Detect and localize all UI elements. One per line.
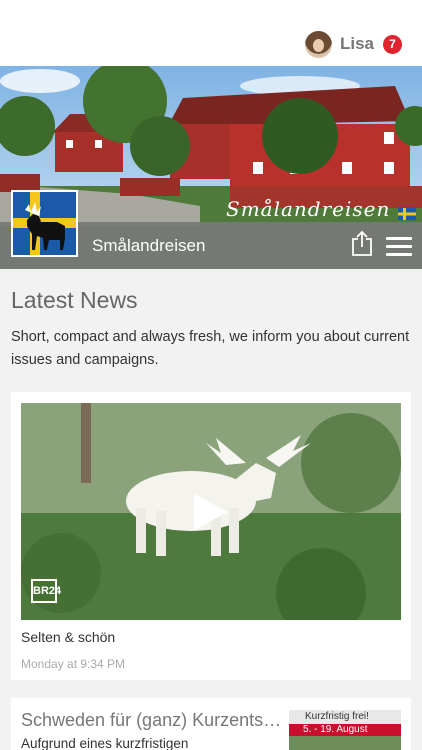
news-timestamp: Monday at 9:34 PM [21, 657, 126, 671]
swedish-flag-icon [398, 207, 416, 220]
banner-script-title: Smålandreisen [226, 197, 391, 221]
share-button[interactable] [351, 230, 373, 256]
news-card[interactable]: Schweden für (ganz) Kurzentschlossene Au… [11, 698, 411, 750]
user-profile[interactable]: Lisa 7 [304, 30, 402, 58]
video-thumbnail[interactable]: BR24 [21, 403, 401, 620]
news-title[interactable]: Selten & schön [21, 629, 115, 645]
share-icon [352, 230, 372, 256]
avatar-face [312, 38, 324, 52]
hamburger-menu-icon[interactable] [386, 237, 412, 257]
moose-flag-logo-icon [13, 192, 76, 255]
menu-line [386, 253, 412, 256]
news-excerpt: Aufgrund eines kurzfristigen [21, 736, 189, 750]
top-bar: Lisa 7 [0, 0, 422, 66]
user-name[interactable]: Lisa [340, 34, 374, 54]
thumbnail-headline: Kurzfristig frei! [305, 711, 369, 722]
avatar[interactable] [304, 30, 332, 58]
brand-logo[interactable] [11, 190, 78, 257]
menu-line [386, 245, 412, 248]
menu-line [386, 237, 412, 240]
section-subtitle: Short, compact and always fresh, we info… [11, 329, 410, 368]
video-source-badge: BR24 [31, 579, 61, 603]
news-thumbnail[interactable]: Kurzfristig frei! 5. - 19. August [289, 710, 401, 750]
news-title[interactable]: Schweden für (ganz) Kurzentschlossene [21, 710, 283, 731]
notification-badge[interactable]: 7 [383, 34, 402, 54]
thumbnail-dates: 5. - 19. August [303, 724, 368, 735]
play-icon[interactable] [192, 492, 230, 532]
section-title: Latest News [11, 287, 138, 313]
brand-name[interactable]: Smålandreisen [92, 236, 205, 256]
news-card[interactable]: BR24 Selten & schön Monday at 9:34 PM [11, 392, 411, 680]
thumbnail-scene [289, 736, 401, 750]
